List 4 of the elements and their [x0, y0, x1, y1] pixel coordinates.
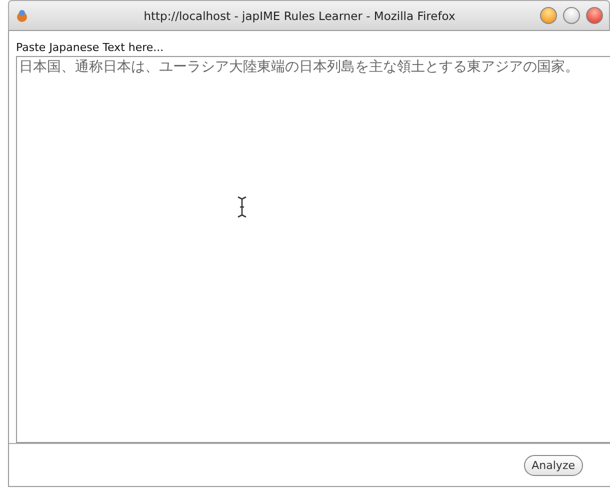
window-title: http://localhost - japIME Rules Learner - Mozilla Firefox: [142, 8, 456, 22]
field-label: Paste Japanese Text here...: [16, 41, 164, 54]
text-area[interactable]: 日本国、通称日本は、ユーラシア大陸東端の日本列島を主な領土とする東アジアの国家。: [16, 56, 610, 443]
analyze-button[interactable]: Analyze: [524, 454, 583, 476]
